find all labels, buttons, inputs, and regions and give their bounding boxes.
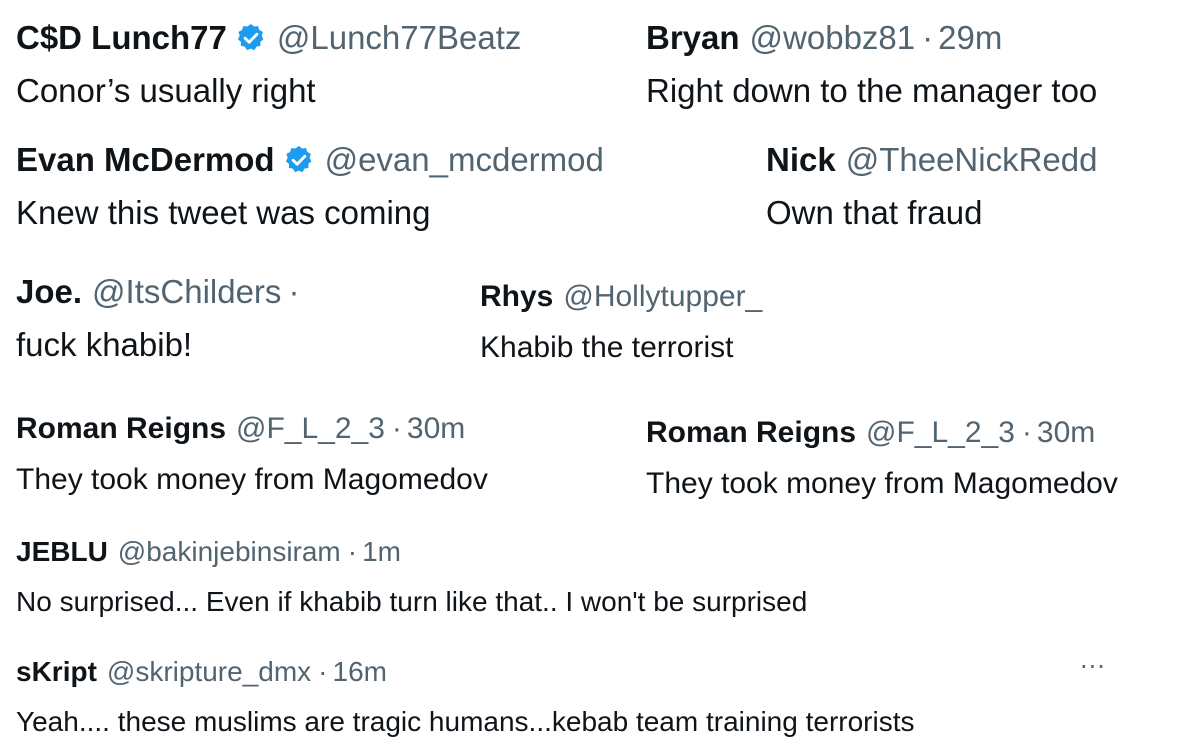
tweet-jeblu[interactable]: JEBLU @bakinjebinsiram · 1m No surprised… [16, 534, 807, 618]
user-handle[interactable]: @Lunch77Beatz [277, 19, 522, 57]
display-name[interactable]: Roman Reigns [16, 412, 226, 446]
tweet-header: Rhys @Hollytupper_ [480, 278, 762, 316]
timestamp[interactable]: 1m [362, 536, 401, 568]
display-name[interactable]: Evan McDermod [16, 141, 275, 179]
dot-separator: · [922, 19, 934, 56]
dot-separator: · [288, 273, 300, 310]
tweet-header: Nick @TheeNickRedd [766, 140, 1098, 180]
tweet-text: Conor’s usually right [16, 72, 316, 109]
tweet-lunch77[interactable]: C$D Lunch77 @Lunch77Beatz Conor’s usuall… [16, 18, 521, 110]
display-name[interactable]: Nick [766, 141, 836, 179]
tweet-text: No surprised... Even if khabib turn like… [16, 586, 808, 617]
dot-separator: · [318, 656, 328, 687]
display-name[interactable]: JEBLU [16, 536, 108, 568]
tweet-text: They took money from Magomedov [646, 467, 1118, 500]
tweet-joe[interactable]: Joe. @ItsChilders · fuck khabib! [16, 272, 304, 364]
display-name[interactable]: Roman Reigns [646, 416, 856, 450]
tweet-header: Roman Reigns @F_L_2_3 · 30m [646, 414, 1118, 452]
tweet-text: fuck khabib! [16, 326, 193, 363]
tweet-header: sKript @skripture_dmx · 16m [16, 654, 915, 690]
tweet-roman-reigns-2[interactable]: Roman Reigns @F_L_2_3 · 30m They took mo… [646, 414, 1118, 501]
timestamp[interactable]: 29m [938, 19, 1002, 57]
tweet-evan-mcdermod[interactable]: Evan McDermod @evan_mcdermod Knew this t… [16, 140, 604, 232]
verified-badge-icon [237, 24, 264, 51]
tweet-bryan[interactable]: Bryan @wobbz81 · 29m Right down to the m… [646, 18, 1097, 110]
dot-separator: · [1021, 416, 1032, 449]
timestamp[interactable]: 30m [407, 412, 465, 446]
display-name[interactable]: Bryan [646, 19, 740, 57]
tweet-text: Right down to the manager too [646, 72, 1098, 109]
user-handle[interactable]: @Hollytupper_ [563, 280, 762, 314]
tweet-header: Evan McDermod @evan_mcdermod [16, 140, 604, 180]
tweet-header: C$D Lunch77 @Lunch77Beatz [16, 18, 521, 58]
user-handle[interactable]: @F_L_2_3 [236, 412, 385, 446]
timestamp[interactable]: 30m [1037, 416, 1095, 450]
tweet-rhys[interactable]: Rhys @Hollytupper_ Khabib the terrorist [480, 278, 762, 365]
user-handle[interactable]: @wobbz81 [750, 19, 916, 57]
tweet-text: Yeah.... these muslims are tragic humans… [16, 706, 915, 737]
user-handle[interactable]: @bakinjebinsiram [118, 536, 341, 568]
tweet-header: Roman Reigns @F_L_2_3 · 30m [16, 410, 488, 448]
display-name[interactable]: Rhys [480, 280, 553, 314]
tweet-text: They took money from Magomedov [16, 463, 488, 496]
tweet-text: Own that fraud [766, 194, 983, 231]
user-handle[interactable]: @ItsChilders [92, 273, 281, 311]
display-name[interactable]: Joe. [16, 273, 82, 311]
tweet-roman-reigns-1[interactable]: Roman Reigns @F_L_2_3 · 30m They took mo… [16, 410, 488, 497]
tweet-skript[interactable]: sKript @skripture_dmx · 16m Yeah.... the… [16, 654, 915, 738]
user-handle[interactable]: @TheeNickRedd [846, 141, 1098, 179]
tweet-text: Knew this tweet was coming [16, 194, 431, 231]
user-handle[interactable]: @F_L_2_3 [866, 416, 1015, 450]
tweet-header: Bryan @wobbz81 · 29m [646, 18, 1097, 58]
display-name[interactable]: C$D Lunch77 [16, 19, 227, 57]
user-handle[interactable]: @skripture_dmx [107, 656, 311, 688]
tweet-text: Khabib the terrorist [480, 331, 734, 364]
dot-separator: · [391, 412, 402, 445]
verified-badge-icon [285, 146, 311, 173]
user-handle[interactable]: @evan_mcdermod [325, 141, 604, 179]
tweet-header: Joe. @ItsChilders · [16, 272, 304, 312]
timestamp[interactable]: 16m [333, 656, 387, 688]
tweet-nick[interactable]: Nick @TheeNickRedd Own that fraud [766, 140, 1098, 232]
dot-separator: · [347, 536, 358, 567]
tweet-header: JEBLU @bakinjebinsiram · 1m [16, 534, 807, 570]
more-options-icon[interactable]: ··· [1080, 655, 1106, 679]
display-name[interactable]: sKript [16, 656, 97, 688]
